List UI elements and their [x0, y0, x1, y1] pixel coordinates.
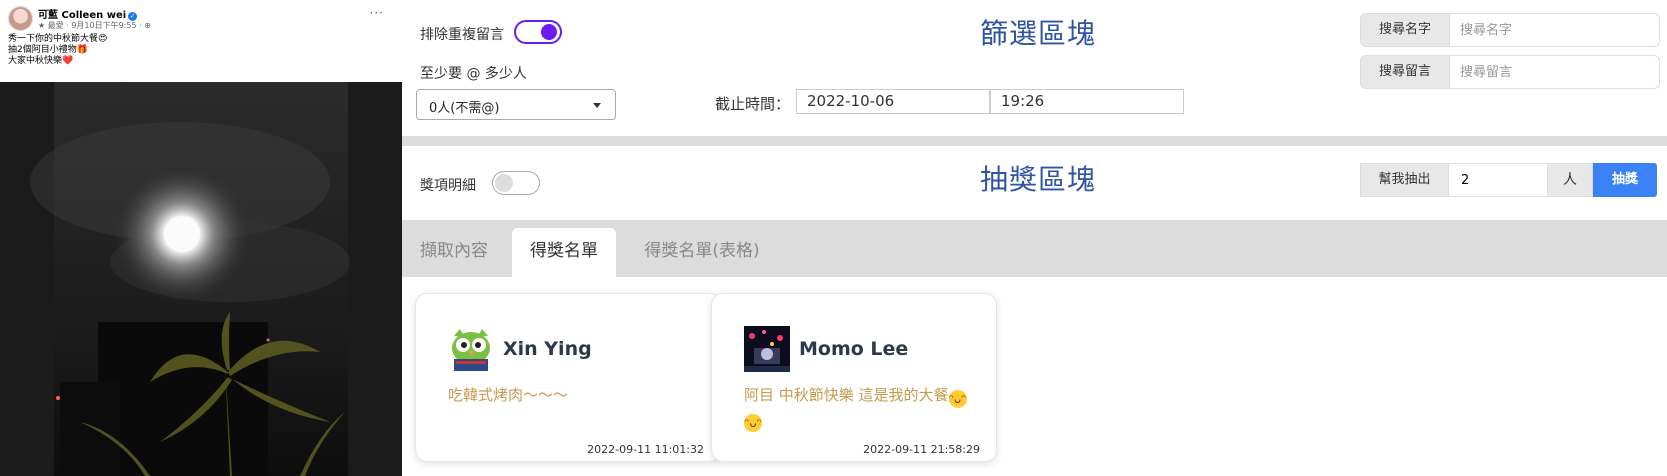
post-line: 大家中秋快樂❤️ [8, 56, 74, 66]
lottery-app: 排除重複留言 至少要 @ 多少人 0人(不需@) 篩選區塊 截止時間： 2022… [402, 0, 1667, 476]
author-avatar[interactable] [8, 6, 33, 31]
more-options-icon[interactable]: ··· [370, 6, 384, 20]
draw-block: 獎項明細 抽獎區塊 幫我抽出 人 抽獎 [402, 146, 1667, 220]
search-name-input[interactable] [1449, 13, 1660, 47]
search-name-label: 搜尋名字 [1360, 13, 1450, 47]
night-lights-avatar [744, 326, 790, 372]
search-comment-group: 搜尋留言 [1360, 55, 1660, 89]
post-meta: ★ 最愛 · 9月10日下午9:55 · ⊕ [38, 21, 151, 30]
draw-block-title: 抽獎區塊 [980, 163, 1097, 196]
facebook-post: 可藍 Colleen wei ✓ ★ 最愛 · 9月10日下午9:55 · ⊕ ·… [0, 0, 402, 476]
draw-button[interactable]: 抽獎 [1593, 163, 1657, 197]
moon-night-photo [0, 82, 402, 476]
owl-avatar [448, 326, 494, 372]
tab-winner-table[interactable]: 得獎名單(表格) [624, 228, 780, 277]
deadline-label: 截止時間： [715, 95, 791, 113]
min-mentions-label: 至少要 @ 多少人 [420, 66, 527, 82]
winner-message: 阿目 中秋節快樂 這是我的大餐ᵔᴗᵔ ᵔᴗᵔ [744, 386, 967, 432]
prize-detail-label: 獎項明細 [420, 178, 476, 194]
tab-winner-list[interactable]: 得獎名單 [512, 228, 616, 277]
search-name-group: 搜尋名字 [1360, 13, 1660, 47]
pick-unit: 人 [1547, 163, 1593, 197]
pick-count-input[interactable] [1448, 163, 1548, 197]
winner-name: Xin Ying [503, 338, 592, 360]
yum-emoji-icon: ᵔᴗᵔ [744, 414, 762, 432]
post-line: 抽2個阿目小禮物🎁 [8, 45, 88, 55]
min-mentions-select[interactable]: 0人(不需@) [416, 89, 616, 120]
post-line: 秀一下你的中秋節大餐😍 [8, 34, 108, 44]
chevron-down-icon [593, 103, 601, 108]
prize-detail-toggle[interactable] [492, 171, 540, 195]
pick-label: 幫我抽出 [1360, 163, 1449, 197]
dedupe-toggle[interactable] [514, 20, 562, 44]
yum-emoji-icon: ᵔᴗᵔ [948, 390, 967, 408]
winner-card: Xin Ying 吃韓式烤肉～～～ 2022-09-11 11:01:32 [415, 293, 721, 462]
section-divider [402, 136, 1667, 146]
tab-captured-content[interactable]: 擷取內容 [402, 228, 506, 277]
toggle-knob [541, 24, 557, 40]
post-text: 秀一下你的中秋節大餐😍 抽2個阿目小禮物🎁 大家中秋快樂❤️ [8, 34, 107, 67]
winner-name: Momo Lee [799, 338, 909, 360]
winner-time: 2022-09-11 11:01:32 [587, 443, 704, 456]
toggle-knob [495, 174, 513, 192]
draw-controls: 幫我抽出 人 抽獎 [1360, 163, 1657, 197]
filter-block: 排除重複留言 至少要 @ 多少人 0人(不需@) 篩選區塊 截止時間： 2022… [402, 0, 1667, 136]
post-author[interactable]: 可藍 Colleen wei ✓ [38, 6, 138, 21]
winner-card: Momo Lee 阿目 中秋節快樂 這是我的大餐ᵔᴗᵔ ᵔᴗᵔ 2022-09-1… [711, 293, 997, 462]
search-comment-label: 搜尋留言 [1360, 55, 1450, 89]
deadline-date-input[interactable]: 2022-10-06 [796, 89, 990, 114]
search-comment-input[interactable] [1449, 55, 1660, 89]
filter-block-title: 篩選區塊 [980, 17, 1097, 50]
winner-message: 吃韓式烤肉～～～ [448, 386, 569, 404]
dedupe-label: 排除重複留言 [420, 27, 504, 43]
post-header: 可藍 Colleen wei ✓ ★ 最愛 · 9月10日下午9:55 · ⊕ ·… [8, 4, 398, 32]
deadline-time-input[interactable]: 19:26 [990, 89, 1184, 114]
winner-time: 2022-09-11 21:58:29 [863, 443, 980, 456]
tab-bar: 擷取內容 得獎名單 得獎名單(表格) [402, 220, 1667, 277]
post-photo[interactable] [0, 82, 402, 476]
